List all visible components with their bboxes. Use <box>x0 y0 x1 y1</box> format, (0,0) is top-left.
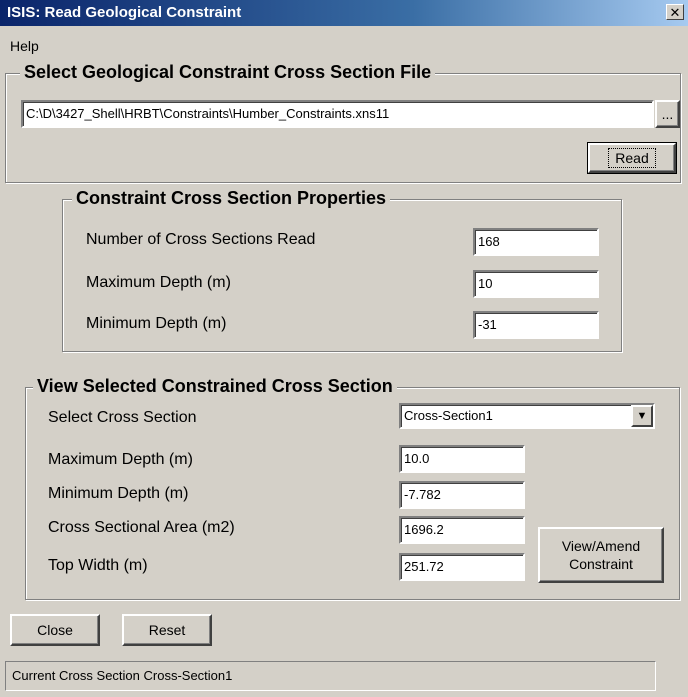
read-button[interactable]: Read <box>587 142 677 174</box>
cross-section-select[interactable]: Cross-Section1 ▼ <box>399 403 655 429</box>
file-group <box>5 73 681 183</box>
view-selected-group-title: View Selected Constrained Cross Section <box>33 376 397 397</box>
browse-button[interactable]: ... <box>655 100 680 128</box>
num-read-label: Number of Cross Sections Read <box>86 231 316 248</box>
view-max-depth-field[interactable]: 10.0 <box>399 445 525 473</box>
prop-min-depth-field[interactable]: -31 <box>473 311 599 339</box>
view-amend-constraint-button[interactable]: View/Amend Constraint <box>538 527 664 583</box>
top-width-field[interactable]: 251.72 <box>399 553 525 581</box>
menu-help[interactable]: Help <box>10 38 39 54</box>
reset-button[interactable]: Reset <box>122 614 212 646</box>
view-amend-line2: Constraint <box>569 556 633 572</box>
area-field[interactable]: 1696.2 <box>399 516 525 544</box>
view-amend-line1: View/Amend <box>561 538 641 554</box>
file-group-title: Select Geological Constraint Cross Secti… <box>20 62 436 83</box>
prop-min-depth-label: Minimum Depth (m) <box>86 315 227 332</box>
view-min-depth-field[interactable]: -7.782 <box>399 481 525 509</box>
chevron-down-icon[interactable]: ▼ <box>631 405 653 427</box>
num-read-field[interactable]: 168 <box>473 228 599 256</box>
properties-group-title: Constraint Cross Section Properties <box>72 188 391 209</box>
file-path-input[interactable]: C:\D\3427_Shell\HRBT\Constraints\Humber_… <box>21 100 654 128</box>
read-button-label: Read <box>608 148 656 168</box>
view-min-depth-label: Minimum Depth (m) <box>48 485 189 502</box>
prop-max-depth-field[interactable]: 10 <box>473 270 599 298</box>
view-max-depth-label: Maximum Depth (m) <box>48 451 193 468</box>
status-bar: Current Cross Section Cross-Section1 <box>5 661 656 691</box>
cross-section-select-value: Cross-Section1 <box>404 408 493 423</box>
area-label: Cross Sectional Area (m2) <box>48 519 235 536</box>
prop-max-depth-label: Maximum Depth (m) <box>86 274 231 291</box>
window-title: ISIS: Read Geological Constraint <box>7 4 242 21</box>
close-icon[interactable]: ✕ <box>666 4 684 20</box>
top-width-label: Top Width (m) <box>48 557 148 574</box>
select-cross-section-label: Select Cross Section <box>48 409 197 426</box>
close-button[interactable]: Close <box>10 614 100 646</box>
